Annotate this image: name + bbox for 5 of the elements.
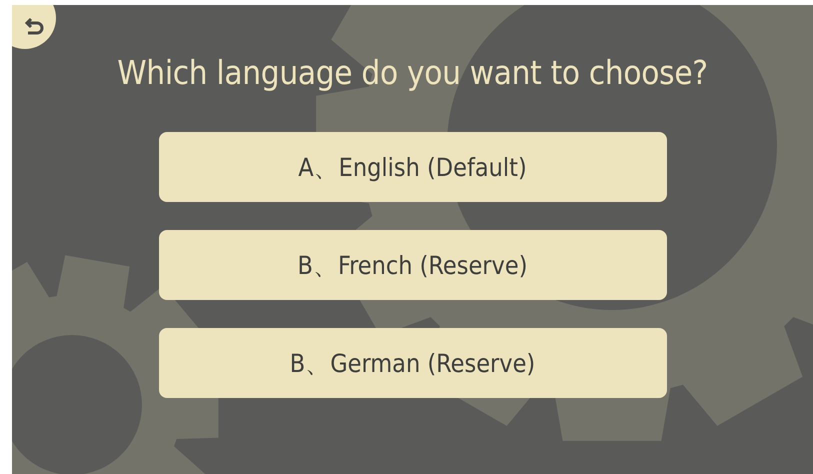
language-option[interactable]: A、English (Default) <box>158 132 666 202</box>
language-option[interactable]: B、French (Reserve) <box>158 230 666 300</box>
question-title: Which language do you want to choose? <box>117 53 708 92</box>
language-option[interactable]: B、German (Reserve) <box>158 328 666 398</box>
undo-arrow-icon <box>23 17 45 37</box>
